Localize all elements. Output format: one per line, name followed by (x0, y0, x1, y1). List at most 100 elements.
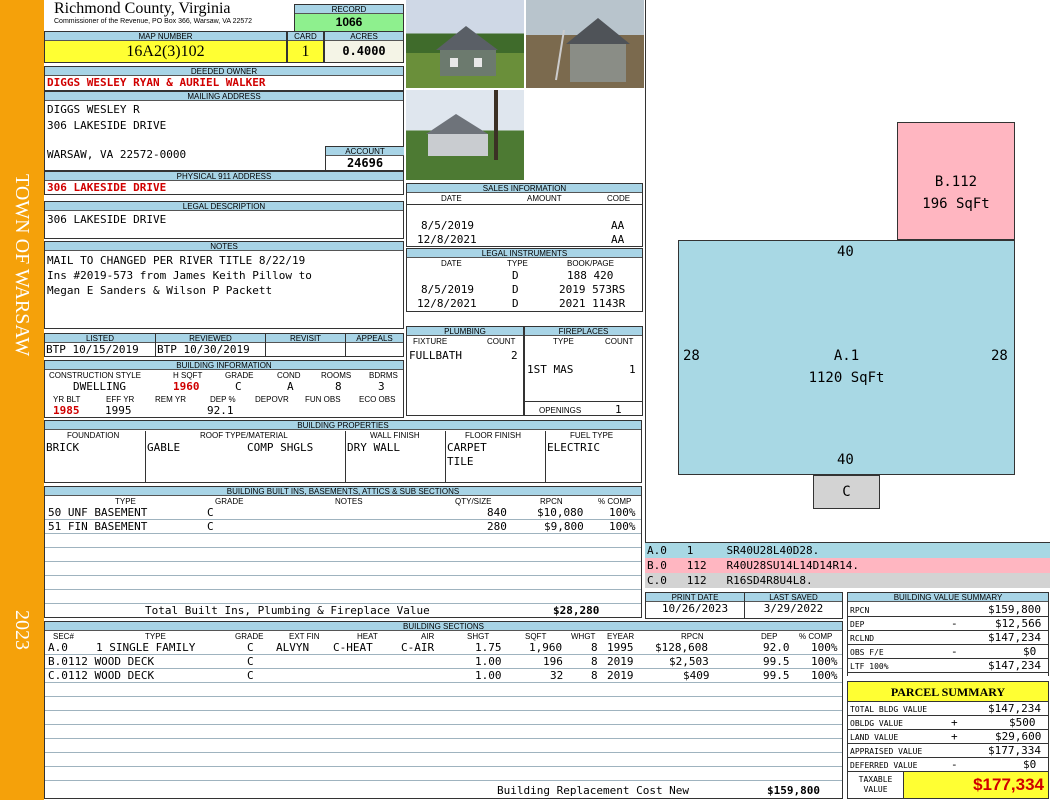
sketch-a-area: 1120 SqFt (808, 370, 885, 386)
openings-label: OPENINGS (539, 406, 582, 415)
foundation-value: BRICK (46, 441, 80, 454)
building-info-label: BUILDING INFORMATION (45, 361, 403, 370)
fireplace-count: 1 (629, 363, 636, 376)
section-grade: C (247, 655, 254, 668)
owner-name: DIGGS WESLEY RYAN & AURIEL WALKER (47, 76, 266, 89)
section-eyear: 2019 (607, 655, 634, 668)
property-photo-side[interactable] (526, 0, 644, 88)
col-header: RPCN (540, 497, 563, 506)
vector-row-b: B.0 112 R40U28SU14L14D14R14. (645, 558, 1050, 573)
year-label: 2023 (11, 610, 33, 650)
col-header: TYPE (115, 497, 136, 506)
listed-value: BTP 10/15/2019 (46, 343, 139, 356)
parcel-label: DEFERRED VALUE (850, 761, 918, 770)
value-summary-label: BUILDING VALUE SUMMARY (848, 593, 1048, 602)
section-rpcn: $128,608 (655, 641, 708, 654)
parcel-label: OBLDG VALUE (850, 719, 903, 728)
section-dep: 99.5 (763, 669, 790, 682)
vector-path: SR40U28L40D28. (726, 544, 820, 557)
summary-label: LTF 100% (850, 662, 889, 671)
sketch-b-name: B.112 (934, 174, 978, 190)
sketch-section-a[interactable]: 40 40 28 28 A.1 1120 SqFt (678, 240, 1015, 475)
instrument-type: D (512, 297, 519, 310)
sketch-a-name: A.1 (833, 348, 860, 364)
taxable-value: $177,334 (904, 772, 1048, 798)
parcel-summary-label: PARCEL SUMMARY (848, 682, 1048, 702)
heated-sqft: 1960 (173, 380, 200, 393)
section-shgt: 1.00 (475, 655, 502, 668)
builtins-total-label: Total Built Ins, Plumbing & Fireplace Va… (145, 604, 430, 617)
mailing-label: MAILING ADDRESS (45, 92, 403, 101)
construction-style: DWELLING (73, 380, 126, 393)
col-header: NOTES (335, 497, 363, 506)
roof-material-value: COMP SHGLS (247, 441, 314, 454)
vector-row-c: C.0 112 R16SD4R8U4L8. (645, 573, 1050, 588)
sketch-section-b[interactable]: B.112 196 SqFt (897, 122, 1015, 240)
parcel-value: $0 (1023, 758, 1037, 771)
map-number: 16A2(3)102 (45, 41, 286, 62)
sale-date: 8/5/2019 (421, 219, 474, 232)
sketch-b-area: 196 SqFt (922, 196, 990, 212)
property-photo-front[interactable] (406, 0, 524, 88)
builtins-label: BUILDING BUILT INS, BASEMENTS, ATTICS & … (45, 487, 641, 496)
section-ext-fin: ALVYN (276, 641, 310, 654)
print-date: 10/26/2023 (661, 602, 729, 615)
col-header: SHGT (467, 632, 490, 641)
account-box: ACCOUNT 24696 (325, 146, 404, 171)
section-grade: C (247, 641, 254, 654)
summary-label: RPCN (850, 606, 870, 615)
col-header: TYPE (553, 337, 574, 346)
col-header: COUNT (487, 337, 516, 346)
sale-code: AA (611, 219, 625, 232)
builtin-qty: 840 (487, 506, 507, 519)
property-photo-rear[interactable] (406, 90, 524, 180)
wall-finish-value: DRY WALL (347, 441, 400, 454)
map-number-box: MAP NUMBER 16A2(3)102 (44, 31, 287, 63)
print-dates: PRINT DATE 10/26/2023 LAST SAVED 3/29/20… (645, 592, 843, 619)
instrument-type: D (512, 283, 519, 296)
sales-info: SALES INFORMATION DATE AMOUNT CODE 8/5/2… (406, 183, 643, 247)
section-sqft: 196 (543, 655, 563, 668)
col-header: COND (277, 371, 301, 380)
col-header: BDRMS (369, 371, 398, 380)
print-label: PRINT DATE (646, 593, 744, 602)
builtin-comp: 100% (609, 506, 636, 519)
col-header: DATE (441, 259, 462, 268)
appeals-label: APPEALS (346, 334, 403, 343)
builtin-comp: 100% (609, 520, 636, 533)
building-sketch[interactable]: B.112 196 SqFt 40 40 28 28 A.1 1120 SqFt… (645, 0, 1050, 543)
parcel-value: $147,234 (988, 702, 1041, 715)
col-header: GRADE (215, 497, 244, 506)
sketch-vectors: A.0 1 SR40U28L40D28. B.0 112 R40U28SU14L… (645, 543, 1050, 588)
building-properties: BUILDING PROPERTIES FOUNDATION ROOF TYPE… (44, 420, 642, 483)
section-dep: 99.5 (763, 655, 790, 668)
town-label: TOWN OF WARSAW (11, 173, 33, 357)
section-rpcn: $2,503 (669, 655, 709, 668)
col-header: % COMP (598, 497, 632, 506)
sketch-a-bottom: 40 (837, 452, 854, 468)
value-summary: BUILDING VALUE SUMMARY RPCN $159,800 DEP… (847, 592, 1049, 676)
fixture-type: FULLBATH (409, 349, 462, 362)
acres-label: ACRES (325, 32, 403, 41)
fireplaces-box: FIREPLACES TYPE COUNT 1ST MAS 1 OPENINGS… (524, 326, 643, 416)
col-header: % COMP (799, 632, 833, 641)
record-value: 1066 (295, 14, 403, 31)
col-header: DEPOVR (255, 395, 289, 404)
card-label: CARD (288, 32, 323, 41)
listed-label: LISTED (45, 334, 155, 343)
vector-code: 112 (686, 574, 707, 587)
section-comp: 100% (811, 641, 838, 654)
parcel-value: $500 (1009, 716, 1036, 729)
col-header: FIXTURE (413, 337, 448, 346)
sections-label: BUILDING SECTIONS (45, 622, 842, 631)
parcel-label: LAND VALUE (850, 733, 899, 742)
building-sections: BUILDING SECTIONS SEC# TYPE GRADE EXT FI… (44, 621, 843, 799)
section-id: A.0 (48, 641, 68, 654)
record-box: RECORD 1066 (294, 4, 404, 32)
taxable-label: TAXABLE (858, 775, 893, 784)
reviewed-value: BTP 10/30/2019 (157, 343, 250, 356)
plumbing-label: PLUMBING (407, 327, 523, 336)
sketch-section-c[interactable]: C (813, 475, 880, 509)
col-header: BOOK/PAGE (567, 259, 614, 268)
sales-label: SALES INFORMATION (407, 184, 642, 193)
